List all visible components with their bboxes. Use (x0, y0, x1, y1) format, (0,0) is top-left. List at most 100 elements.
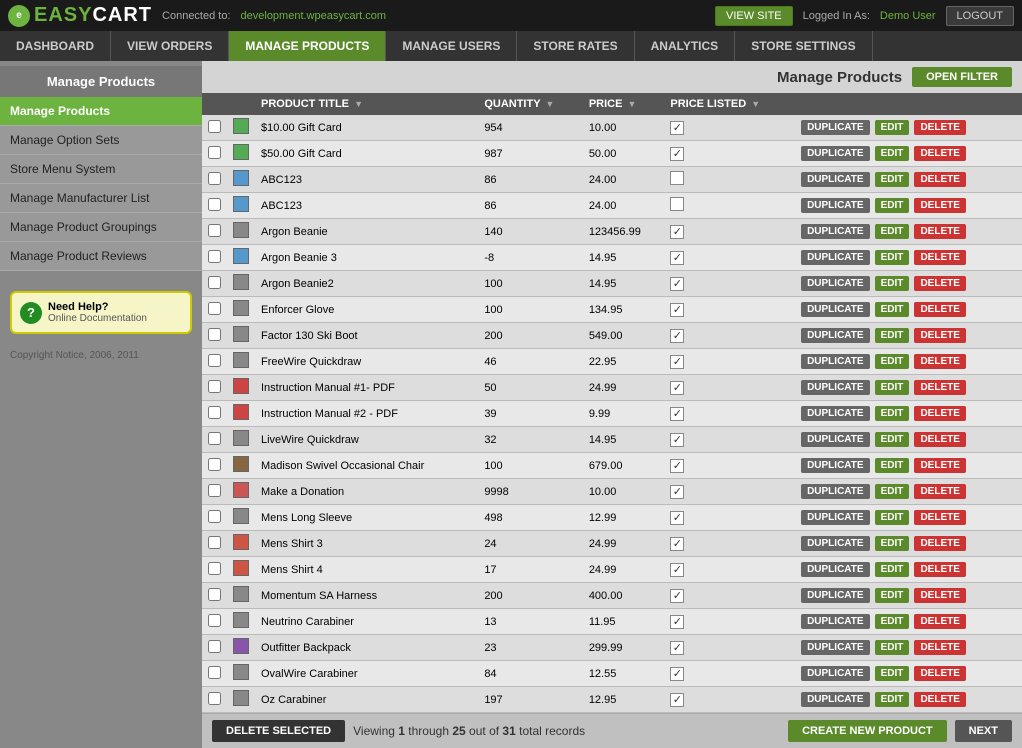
delete-button[interactable]: DELETE (914, 666, 965, 681)
nav-analytics[interactable]: ANALYTICS (635, 31, 736, 61)
sidebar-item-reviews[interactable]: Manage Product Reviews (0, 242, 202, 271)
duplicate-button[interactable]: DUPLICATE (801, 666, 869, 681)
col-price[interactable]: PRICE ▼ (583, 93, 665, 115)
row-checkbox[interactable] (208, 380, 221, 393)
delete-button[interactable]: DELETE (914, 224, 965, 239)
delete-button[interactable]: DELETE (914, 458, 965, 473)
edit-button[interactable]: EDIT (875, 172, 910, 187)
row-checkbox[interactable] (208, 406, 221, 419)
row-checkbox[interactable] (208, 328, 221, 341)
duplicate-button[interactable]: DUPLICATE (801, 380, 869, 395)
edit-button[interactable]: EDIT (875, 328, 910, 343)
delete-button[interactable]: DELETE (914, 432, 965, 447)
edit-button[interactable]: EDIT (875, 432, 910, 447)
delete-button[interactable]: DELETE (914, 354, 965, 369)
row-checkbox[interactable] (208, 692, 221, 705)
row-checkbox[interactable] (208, 250, 221, 263)
edit-button[interactable]: EDIT (875, 666, 910, 681)
delete-button[interactable]: DELETE (914, 640, 965, 655)
edit-button[interactable]: EDIT (875, 302, 910, 317)
nav-dashboard[interactable]: DASHBOARD (0, 31, 111, 61)
duplicate-button[interactable]: DUPLICATE (801, 562, 869, 577)
delete-button[interactable]: DELETE (914, 146, 965, 161)
row-checkbox[interactable] (208, 354, 221, 367)
nav-view-orders[interactable]: VIEW ORDERS (111, 31, 229, 61)
duplicate-button[interactable]: DUPLICATE (801, 692, 869, 707)
row-checkbox[interactable] (208, 510, 221, 523)
row-checkbox[interactable] (208, 484, 221, 497)
duplicate-button[interactable]: DUPLICATE (801, 250, 869, 265)
edit-button[interactable]: EDIT (875, 354, 910, 369)
view-site-button[interactable]: VIEW SITE (715, 6, 793, 26)
row-checkbox[interactable] (208, 536, 221, 549)
row-checkbox[interactable] (208, 666, 221, 679)
col-quantity[interactable]: QUANTITY ▼ (478, 93, 583, 115)
delete-button[interactable]: DELETE (914, 536, 965, 551)
delete-button[interactable]: DELETE (914, 614, 965, 629)
duplicate-button[interactable]: DUPLICATE (801, 484, 869, 499)
edit-button[interactable]: EDIT (875, 588, 910, 603)
sidebar-item-store-menu[interactable]: Store Menu System (0, 155, 202, 184)
delete-button[interactable]: DELETE (914, 198, 965, 213)
duplicate-button[interactable]: DUPLICATE (801, 458, 869, 473)
delete-button[interactable]: DELETE (914, 406, 965, 421)
edit-button[interactable]: EDIT (875, 146, 910, 161)
delete-button[interactable]: DELETE (914, 250, 965, 265)
duplicate-button[interactable]: DUPLICATE (801, 536, 869, 551)
duplicate-button[interactable]: DUPLICATE (801, 146, 869, 161)
edit-button[interactable]: EDIT (875, 380, 910, 395)
edit-button[interactable]: EDIT (875, 406, 910, 421)
delete-button[interactable]: DELETE (914, 510, 965, 525)
edit-button[interactable]: EDIT (875, 276, 910, 291)
duplicate-button[interactable]: DUPLICATE (801, 510, 869, 525)
open-filter-button[interactable]: OPEN FILTER (912, 67, 1012, 87)
duplicate-button[interactable]: DUPLICATE (801, 302, 869, 317)
row-checkbox[interactable] (208, 458, 221, 471)
row-checkbox[interactable] (208, 588, 221, 601)
delete-button[interactable]: DELETE (914, 588, 965, 603)
row-checkbox[interactable] (208, 198, 221, 211)
edit-button[interactable]: EDIT (875, 484, 910, 499)
row-checkbox[interactable] (208, 276, 221, 289)
sidebar-item-groupings[interactable]: Manage Product Groupings (0, 213, 202, 242)
duplicate-button[interactable]: DUPLICATE (801, 276, 869, 291)
row-checkbox[interactable] (208, 146, 221, 159)
edit-button[interactable]: EDIT (875, 536, 910, 551)
delete-button[interactable]: DELETE (914, 562, 965, 577)
delete-button[interactable]: DELETE (914, 276, 965, 291)
duplicate-button[interactable]: DUPLICATE (801, 588, 869, 603)
sidebar-item-manage-products[interactable]: Manage Products (0, 97, 202, 126)
col-listed[interactable]: PRICE LISTED ▼ (664, 93, 794, 115)
delete-button[interactable]: DELETE (914, 380, 965, 395)
next-button[interactable]: NEXT (955, 720, 1012, 742)
duplicate-button[interactable]: DUPLICATE (801, 198, 869, 213)
sidebar-item-manufacturer[interactable]: Manage Manufacturer List (0, 184, 202, 213)
logout-button[interactable]: LOGOUT (946, 6, 1014, 26)
row-checkbox[interactable] (208, 562, 221, 575)
delete-button[interactable]: DELETE (914, 172, 965, 187)
duplicate-button[interactable]: DUPLICATE (801, 640, 869, 655)
edit-button[interactable]: EDIT (875, 250, 910, 265)
delete-button[interactable]: DELETE (914, 302, 965, 317)
duplicate-button[interactable]: DUPLICATE (801, 328, 869, 343)
delete-selected-button[interactable]: DELETE SELECTED (212, 720, 345, 742)
row-checkbox[interactable] (208, 120, 221, 133)
row-checkbox[interactable] (208, 172, 221, 185)
edit-button[interactable]: EDIT (875, 198, 910, 213)
sidebar-item-option-sets[interactable]: Manage Option Sets (0, 126, 202, 155)
edit-button[interactable]: EDIT (875, 692, 910, 707)
col-product-title[interactable]: PRODUCT TITLE ▼ (255, 93, 478, 115)
delete-button[interactable]: DELETE (914, 120, 965, 135)
duplicate-button[interactable]: DUPLICATE (801, 614, 869, 629)
row-checkbox[interactable] (208, 614, 221, 627)
edit-button[interactable]: EDIT (875, 614, 910, 629)
row-checkbox[interactable] (208, 302, 221, 315)
duplicate-button[interactable]: DUPLICATE (801, 354, 869, 369)
create-product-button[interactable]: CREATE NEW PRODUCT (788, 720, 947, 742)
duplicate-button[interactable]: DUPLICATE (801, 120, 869, 135)
delete-button[interactable]: DELETE (914, 328, 965, 343)
edit-button[interactable]: EDIT (875, 224, 910, 239)
row-checkbox[interactable] (208, 640, 221, 653)
edit-button[interactable]: EDIT (875, 562, 910, 577)
edit-button[interactable]: EDIT (875, 640, 910, 655)
